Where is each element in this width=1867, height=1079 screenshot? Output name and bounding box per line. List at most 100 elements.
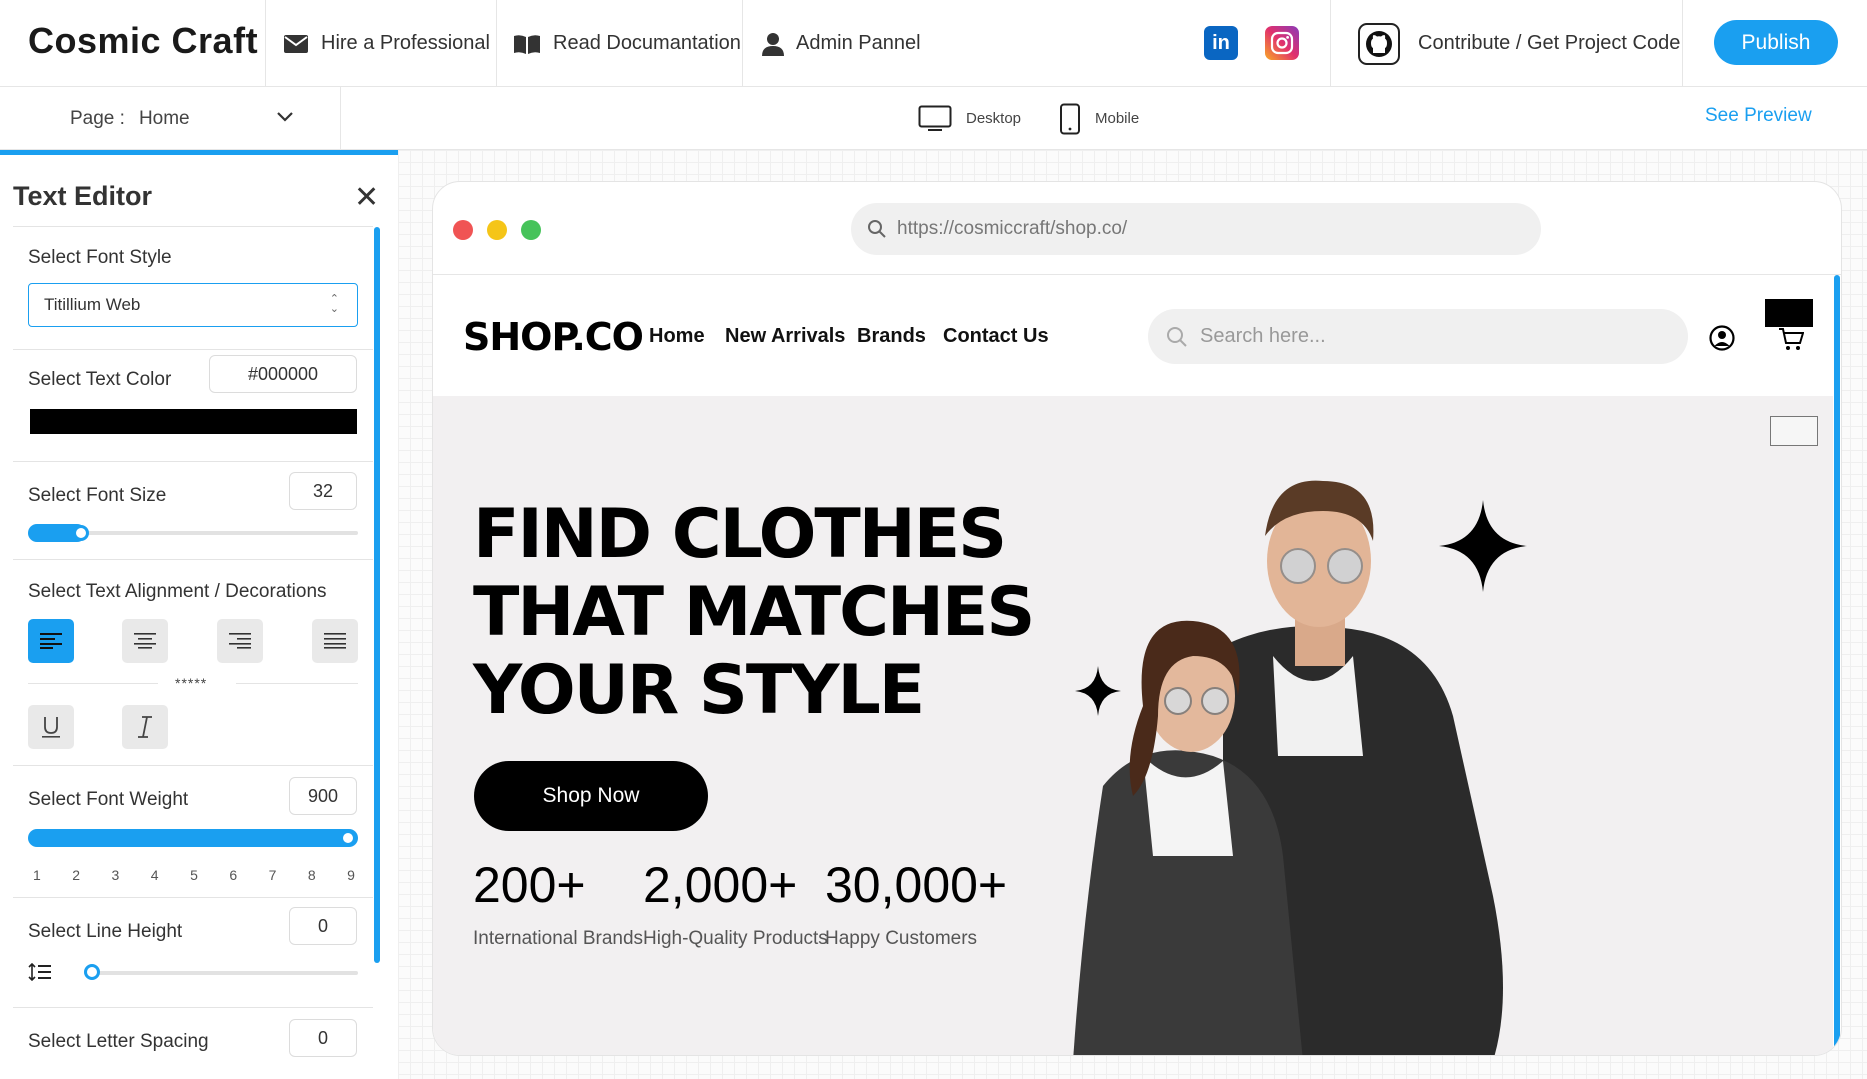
contribute-link[interactable]: Contribute / Get Project Code [1358, 0, 1680, 87]
site-logo[interactable]: SHOP.CO [463, 315, 644, 359]
read-documentation-link[interactable]: Read Documantation [513, 0, 741, 87]
hire-professional-label: Hire a Professional [321, 32, 490, 54]
preview-browser-frame: https://cosmiccraft/shop.co/ SHOP.CO Hom… [432, 181, 1842, 1056]
underline-button[interactable] [28, 705, 74, 749]
hero-models-image [1073, 480, 1503, 1055]
window-minimize-dot [487, 220, 507, 240]
stat-value: 2,000+ [643, 857, 798, 913]
font-weight-slider-knob[interactable] [340, 830, 356, 846]
align-right-button[interactable] [217, 619, 263, 663]
mobile-icon [1060, 103, 1080, 134]
preview-scrollbar[interactable] [1834, 275, 1840, 1050]
device-desktop[interactable]: Desktop [918, 87, 1021, 150]
font-size-input[interactable]: 32 [289, 472, 357, 510]
divider [742, 0, 743, 87]
hire-professional-link[interactable]: Hire a Professional [283, 0, 490, 87]
site-search-input[interactable]: Search here... [1148, 309, 1688, 364]
see-preview-link[interactable]: See Preview [1705, 105, 1812, 127]
stat-label: International Brands [473, 928, 644, 949]
font-weight-tick: 5 [190, 867, 198, 883]
hero-headline[interactable]: FIND CLOTHES THAT MATCHES YOUR STYLE [473, 496, 1073, 730]
divider [13, 349, 373, 350]
cart-icon[interactable] [1778, 327, 1804, 351]
font-weight-tick: 1 [33, 867, 41, 883]
divider [1682, 0, 1683, 87]
placeholder-box [1765, 299, 1813, 327]
align-justify-button[interactable] [312, 619, 358, 663]
align-center-icon [134, 633, 156, 649]
device-desktop-label: Desktop [966, 110, 1022, 127]
font-weight-tick: 4 [150, 867, 159, 883]
account-icon[interactable] [1709, 325, 1735, 351]
font-weight-tick: 9 [347, 867, 355, 883]
panel-title: Text Editor [13, 181, 153, 211]
divider [1330, 0, 1331, 87]
book-icon [514, 34, 540, 54]
site-menu-contact-us[interactable]: Contact Us [943, 325, 1049, 348]
stat-label: High-Quality Products [643, 928, 828, 949]
stat-value: 200+ [473, 857, 586, 913]
divider [13, 559, 373, 560]
underline-icon [42, 717, 60, 738]
italic-button[interactable] [122, 705, 168, 749]
font-weight-input[interactable]: 900 [289, 777, 357, 815]
hero-headline-line: FIND CLOTHES [473, 495, 1007, 574]
font-weight-tick: 3 [111, 867, 120, 883]
linkedin-label: in [1212, 31, 1230, 54]
divider [28, 683, 158, 684]
line-height-label: Select Line Height [28, 921, 183, 942]
admin-panel-label: Admin Pannel [796, 32, 921, 54]
divider [496, 0, 497, 87]
text-color-label: Select Text Color [28, 369, 172, 390]
contribute-label: Contribute / Get Project Code [1418, 32, 1681, 54]
close-icon[interactable]: ✕ [354, 183, 379, 213]
site-navbar: SHOP.CO Home New Arrivals Brands Contact… [433, 275, 1833, 396]
text-color-swatch[interactable] [30, 409, 357, 434]
divider [265, 0, 266, 87]
line-height-slider-knob[interactable] [84, 964, 100, 980]
desktop-icon [918, 105, 952, 131]
site-menu-new-arrivals[interactable]: New Arrivals [725, 325, 845, 348]
mail-icon [284, 34, 308, 53]
divider [13, 765, 373, 766]
align-left-button[interactable] [28, 619, 74, 663]
divider [13, 461, 373, 462]
browser-chrome: https://cosmiccraft/shop.co/ [433, 182, 1841, 275]
instagram-button[interactable] [1265, 26, 1299, 60]
divider [13, 1007, 373, 1008]
divider [13, 897, 373, 898]
page-select[interactable]: Page : Home [70, 87, 293, 150]
font-style-select[interactable]: Titillium Web ⌃ ⌄ [28, 283, 358, 327]
font-weight-ticks: 1 2 3 4 5 6 7 8 9 [33, 867, 355, 883]
device-mobile[interactable]: Mobile [1059, 87, 1139, 150]
align-center-button[interactable] [122, 619, 168, 663]
font-size-slider-knob[interactable] [73, 525, 90, 541]
stat-customers: 30,000+ Happy Customers [825, 856, 1007, 950]
stat-products: 2,000+ High-Quality Products [643, 856, 828, 950]
stat-brands: 200+ International Brands [473, 856, 643, 950]
shop-now-button[interactable]: Shop Now [474, 761, 708, 831]
site-menu-home[interactable]: Home [649, 325, 705, 348]
browser-url-text: https://cosmiccraft/shop.co/ [897, 218, 1128, 239]
divider [340, 87, 341, 150]
window-maximize-dot [521, 220, 541, 240]
letter-spacing-label: Select Letter Spacing [28, 1031, 209, 1052]
browser-url-bar[interactable]: https://cosmiccraft/shop.co/ [851, 203, 1541, 255]
top-bar: Cosmic Craft Hire a Professional Read Do… [0, 0, 1867, 87]
publish-button[interactable]: Publish [1714, 20, 1838, 65]
font-weight-tick: 7 [268, 867, 277, 883]
text-color-input[interactable]: #000000 [209, 355, 357, 393]
site-menu-brands[interactable]: Brands [857, 325, 926, 348]
github-icon [1358, 22, 1400, 65]
admin-panel-link[interactable]: Admin Pannel [762, 0, 921, 87]
line-height-slider-track[interactable] [84, 971, 358, 975]
letter-spacing-input[interactable]: 0 [289, 1019, 357, 1057]
line-height-input[interactable]: 0 [289, 907, 357, 945]
panel-scrollbar[interactable] [374, 227, 380, 963]
hero-section: FIND CLOTHES THAT MATCHES YOUR STYLE Sho… [433, 396, 1833, 1055]
align-right-icon [229, 633, 251, 649]
text-editor-panel: Text Editor ✕ Select Font Style Titilliu… [0, 150, 398, 1079]
site-search-placeholder: Search here... [1200, 325, 1326, 347]
page-select-label: Page : [70, 107, 125, 129]
linkedin-button[interactable]: in [1204, 26, 1238, 60]
